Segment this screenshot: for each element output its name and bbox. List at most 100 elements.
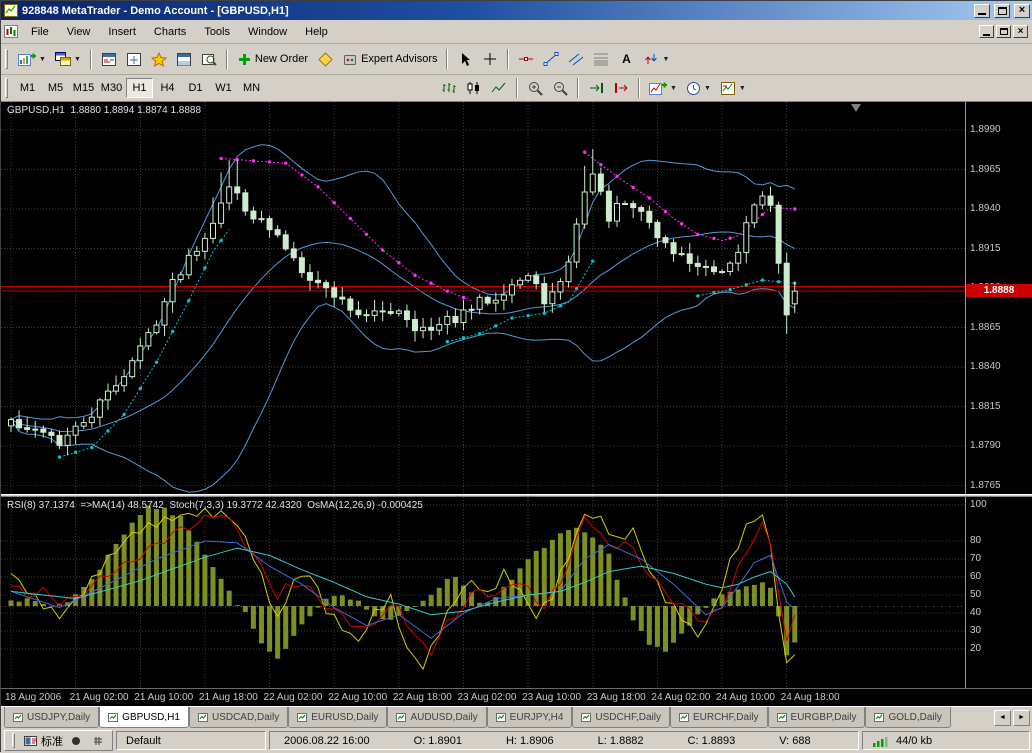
menu-window[interactable]: Window xyxy=(239,22,296,42)
metaeditor-button[interactable] xyxy=(313,48,337,70)
chart-mdi-icon[interactable] xyxy=(4,25,18,38)
timeframe-h1-button[interactable]: H1 xyxy=(126,78,153,98)
timeframe-m1-button[interactable]: M1 xyxy=(14,78,41,98)
tab-label: EURJPY,H4 xyxy=(510,712,564,723)
tab-scroll-left-button[interactable]: ◄ xyxy=(994,710,1011,726)
toolbar-grip[interactable] xyxy=(12,733,15,748)
market-watch-icon xyxy=(101,52,117,67)
indicator-axis-label: 20 xyxy=(970,643,981,654)
charts-toolbar: M1 M5 M15 M30 H1 H4 D1 W1 MN ▼ ▼ ▼ xyxy=(1,75,1032,102)
tab-eurjpy-h4[interactable]: EURJPY,H4 xyxy=(487,707,573,728)
mdi-minimize-button[interactable] xyxy=(979,25,994,38)
tab-eurchf-daily[interactable]: EURCHF,Daily xyxy=(670,707,768,728)
zoom-in-button[interactable] xyxy=(523,77,547,99)
menu-insert[interactable]: Insert xyxy=(99,22,145,42)
connection-status-cell: 44/0 kb xyxy=(862,731,1030,750)
tab-label: EURGBP,Daily xyxy=(791,712,857,723)
window-minimize-button[interactable] xyxy=(974,4,990,18)
menu-file[interactable]: File xyxy=(22,22,58,42)
tab-audusd-daily[interactable]: AUDUSD,Daily xyxy=(387,707,486,728)
strategy-tester-button[interactable] xyxy=(197,48,221,70)
terminal-button[interactable] xyxy=(172,48,196,70)
bar-chart-button[interactable] xyxy=(437,77,461,99)
window-close-button[interactable]: × xyxy=(1014,4,1030,18)
window-maximize-button[interactable] xyxy=(994,4,1010,18)
expert-advisors-button[interactable]: Expert Advisors xyxy=(338,48,441,70)
cursor-button[interactable] xyxy=(453,48,477,70)
indicator-panel[interactable]: RSI(8) 37.1374 =>MA(14) 48.5742 Stoch(7,… xyxy=(1,497,1032,688)
candlestick-icon xyxy=(466,81,482,95)
profiles-button[interactable]: ▼ xyxy=(51,48,85,70)
price-axis-label: 1.8915 xyxy=(970,243,1001,254)
indicator-axis-label: 60 xyxy=(970,571,981,582)
crosshair-button[interactable] xyxy=(478,48,502,70)
arrows-button[interactable]: ▼ xyxy=(639,48,673,70)
toolbar-separator xyxy=(507,49,509,69)
timeframe-w1-button: W1 xyxy=(210,78,237,98)
time-axis-label: 24 Aug 18:00 xyxy=(781,692,840,703)
periods-button[interactable]: ▼ xyxy=(682,77,715,99)
equidistant-channel-button[interactable] xyxy=(564,48,588,70)
indicator-axis-label: 80 xyxy=(970,535,981,546)
auto-scroll-button[interactable] xyxy=(584,77,608,99)
tab-scroll-right-button[interactable]: ► xyxy=(1013,710,1030,726)
menu-help[interactable]: Help xyxy=(296,22,337,42)
menu-tools[interactable]: Tools xyxy=(195,22,239,42)
chart-shift-button[interactable] xyxy=(609,77,633,99)
menu-charts[interactable]: Charts xyxy=(145,22,195,42)
timeframe-h4-button[interactable]: H4 xyxy=(154,78,181,98)
grid-mode-button[interactable] xyxy=(89,732,107,749)
indicator-canvas[interactable] xyxy=(1,497,1032,688)
indicator-axis-label: 100 xyxy=(970,499,987,510)
mdi-restore-button[interactable] xyxy=(996,25,1011,38)
navigator-button[interactable] xyxy=(147,48,171,70)
price-axis-label: 1.8840 xyxy=(970,361,1001,372)
timeframe-m5-button[interactable]: M5 xyxy=(42,78,69,98)
chart-tab-icon xyxy=(108,713,118,722)
tab-eurusd-daily[interactable]: EURUSD,Daily xyxy=(288,707,387,728)
tab-eurgbp-daily[interactable]: EURGBP,Daily xyxy=(768,707,866,728)
zoom-out-button[interactable] xyxy=(548,77,572,99)
mdi-close-button[interactable]: × xyxy=(1013,25,1028,38)
main-chart-panel[interactable]: GBPUSD,H1 1.8880 1.8894 1.8874 1.8888 1.… xyxy=(1,102,1032,494)
dropdown-caret-icon: ▼ xyxy=(662,56,669,63)
fibonacci-button[interactable] xyxy=(589,48,613,70)
time-axis-label: 23 Aug 02:00 xyxy=(457,692,516,703)
toolbar-separator xyxy=(446,49,448,69)
text-label-button[interactable]: A xyxy=(614,48,638,70)
toolbar-separator xyxy=(577,78,579,98)
tab-usdjpy-daily[interactable]: USDJPY,Daily xyxy=(4,707,99,728)
text-tool-icon: A xyxy=(622,52,631,66)
indicator-axis-label: 70 xyxy=(970,553,981,564)
new-order-button[interactable]: New Order xyxy=(233,48,312,70)
candlestick-chart-button[interactable] xyxy=(462,77,486,99)
toolbar-grip[interactable] xyxy=(5,78,8,98)
data-window-button[interactable] xyxy=(122,48,146,70)
profile-name-label[interactable]: 标准 xyxy=(41,733,63,749)
chart-tab-icon xyxy=(874,713,884,722)
tab-usdcad-daily[interactable]: USDCAD,Daily xyxy=(189,707,288,728)
tab-usdchf-daily[interactable]: USDCHF,Daily xyxy=(572,707,670,728)
timeframe-d1-button[interactable]: D1 xyxy=(182,78,209,98)
menu-view[interactable]: View xyxy=(58,22,100,42)
data-window-icon xyxy=(126,52,142,67)
time-axis: 18 Aug 200621 Aug 02:0021 Aug 10:0021 Au… xyxy=(1,688,1032,706)
market-watch-button[interactable] xyxy=(97,48,121,70)
profile-icon xyxy=(24,735,37,747)
tab-gold-daily[interactable]: GOLD,Daily xyxy=(865,707,950,728)
timeframe-m15-button[interactable]: M15 xyxy=(70,78,97,98)
timeframe-m30-button[interactable]: M30 xyxy=(98,78,125,98)
timeframe-mn-button[interactable]: MN xyxy=(238,78,265,98)
templates-button[interactable]: ▼ xyxy=(716,77,750,99)
trendline-button[interactable] xyxy=(539,48,563,70)
new-chart-icon xyxy=(18,52,36,67)
indicators-button[interactable]: ▼ xyxy=(645,77,681,99)
price-chart-canvas[interactable] xyxy=(1,102,1032,494)
horizontal-line-button[interactable] xyxy=(514,48,538,70)
menu-bar: File View Insert Charts Tools Window Hel… xyxy=(1,20,1032,44)
pointer-mode-button[interactable] xyxy=(67,732,85,749)
toolbar-grip[interactable] xyxy=(5,49,8,69)
line-chart-button[interactable] xyxy=(487,77,511,99)
tab-gbpusd-h1[interactable]: GBPUSD,H1 xyxy=(99,707,189,728)
new-chart-button[interactable]: ▼ xyxy=(14,48,50,70)
